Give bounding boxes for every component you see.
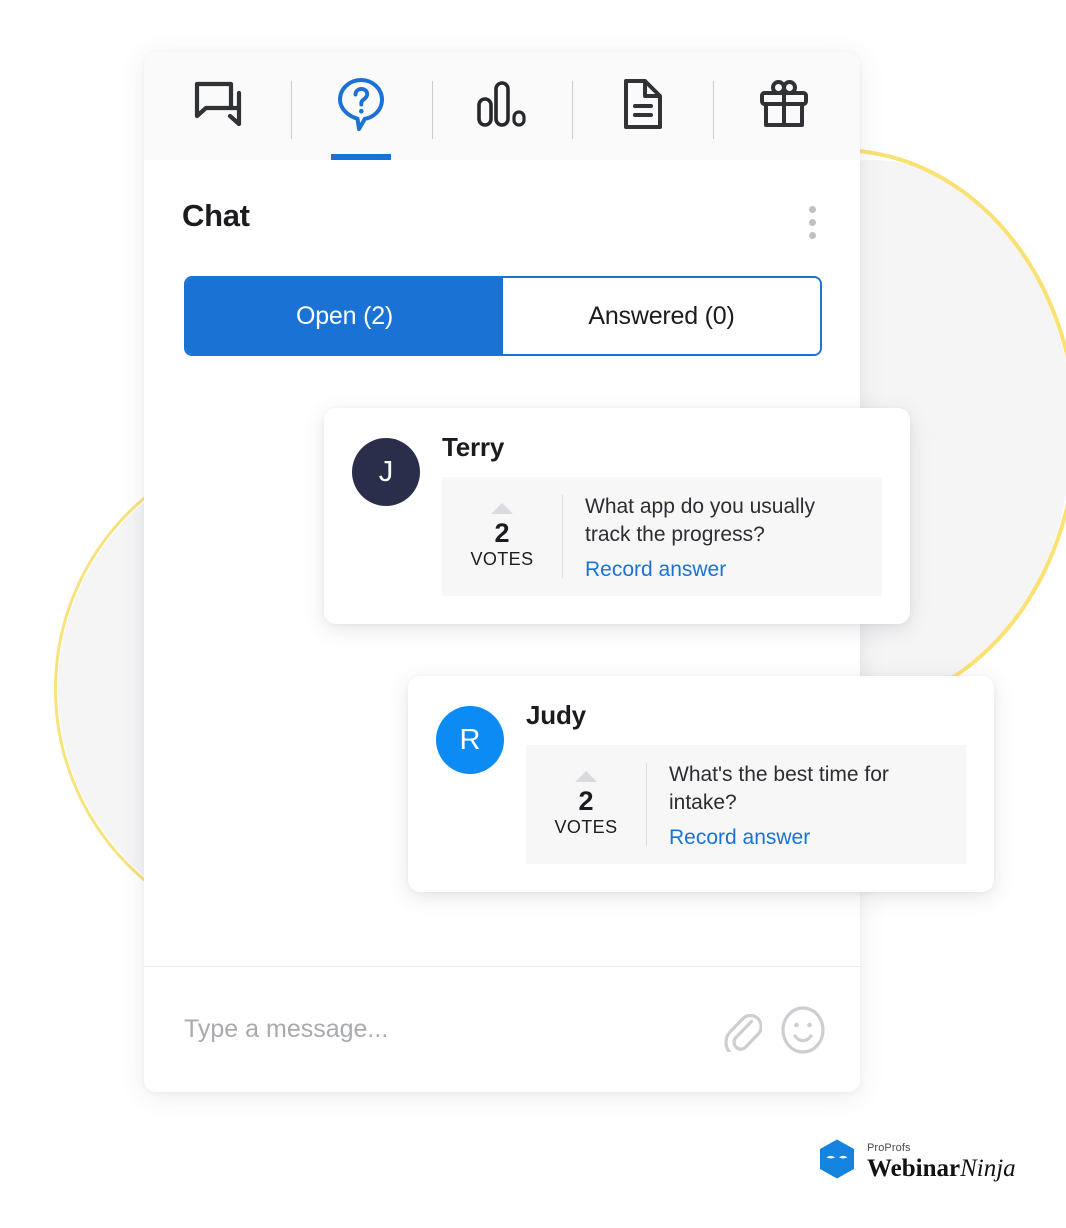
kebab-menu-icon[interactable] [799, 198, 826, 247]
chat-bubbles-icon [194, 81, 246, 132]
brand-name-bold: Webinar [867, 1154, 961, 1182]
question-list: J Terry 2 VOTES What app do you usually … [144, 356, 994, 966]
upvote-arrow-icon[interactable] [491, 503, 513, 515]
kebab-dot [809, 206, 816, 213]
vote-block: 2 VOTES [526, 759, 646, 850]
kebab-dot [809, 219, 816, 226]
feature-toolbar [144, 52, 860, 160]
vote-block: 2 VOTES [442, 491, 562, 582]
gift-icon [758, 78, 810, 135]
question-card[interactable]: R Judy 2 VOTES What's the best time for … [408, 676, 994, 893]
poll-bars-icon [475, 80, 529, 133]
avatar: J [352, 438, 420, 506]
brand-name-italic: Ninja [960, 1154, 1016, 1182]
toolbar-tab-qa[interactable] [290, 52, 432, 160]
upvote-arrow-icon[interactable] [575, 771, 597, 783]
question-card[interactable]: J Terry 2 VOTES What app do you usually … [324, 408, 910, 625]
question-row: 2 VOTES What's the best time for intake?… [526, 745, 966, 865]
avatar: R [436, 706, 504, 774]
tab-open[interactable]: Open (2) [186, 278, 503, 354]
question-text: What's the best time for intake? [669, 763, 889, 814]
brand-logo: ProProfs WebinarNinja [818, 1138, 1016, 1185]
question-filter-tabs: Open (2) Answered (0) [184, 276, 822, 356]
chat-header: Chat [144, 160, 860, 247]
vote-label: VOTES [470, 549, 534, 570]
question-bubble-icon [335, 76, 387, 137]
paperclip-icon[interactable] [722, 1008, 762, 1052]
question-author-name: Terry [442, 432, 505, 462]
toolbar-tab-handouts[interactable] [572, 52, 713, 160]
active-tab-underline [331, 154, 392, 160]
toolbar-tab-chat[interactable] [150, 52, 291, 160]
record-answer-link[interactable]: Record answer [585, 558, 726, 582]
question-author-name: Judy [526, 700, 586, 730]
message-input[interactable] [184, 1015, 722, 1044]
toolbar-tab-polls[interactable] [431, 52, 573, 160]
question-text: What app do you usually track the progre… [585, 495, 815, 546]
tab-answered[interactable]: Answered (0) [503, 278, 820, 354]
screenshot-root: Chat Open (2) Answered (0) J Terry 2 VOT… [0, 0, 1066, 1228]
question-row: 2 VOTES What app do you usually track th… [442, 477, 882, 597]
record-answer-link[interactable]: Record answer [669, 826, 810, 850]
vote-count: 2 [578, 786, 594, 817]
document-icon [621, 78, 665, 135]
vote-label: VOTES [554, 817, 618, 838]
message-composer [144, 966, 860, 1092]
chat-panel: Chat Open (2) Answered (0) J Terry 2 VOT… [144, 52, 994, 1092]
webinarninja-hexagon-logo [818, 1138, 856, 1185]
brand-prefix: ProProfs [867, 1141, 911, 1154]
page-title: Chat [182, 198, 250, 233]
kebab-dot [809, 232, 816, 239]
smiley-icon[interactable] [780, 1005, 826, 1055]
vote-count: 2 [494, 518, 510, 549]
toolbar-tab-offers[interactable] [713, 52, 854, 160]
